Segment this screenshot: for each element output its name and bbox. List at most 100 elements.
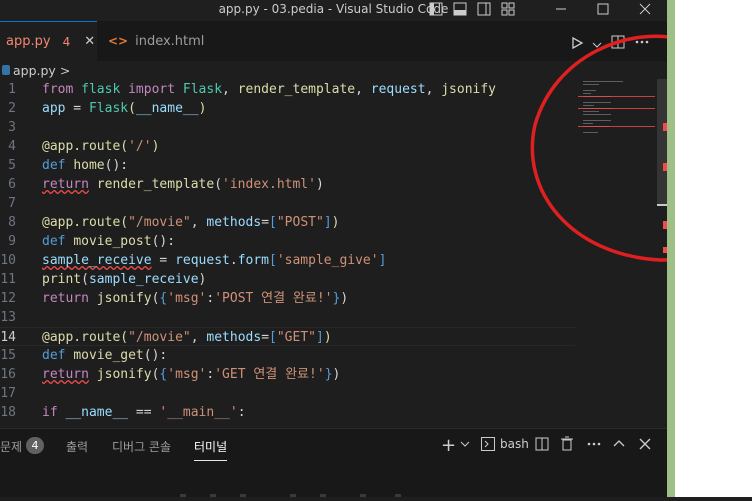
code-token: return [42,177,89,192]
code-token: jsonify [441,82,497,97]
code-line[interactable]: 1 from flask import Flask, render_templat… [0,80,575,99]
new-terminal-icon[interactable]: + [441,435,456,456]
trash-icon[interactable] [560,436,574,455]
maximize-panel-icon[interactable] [613,438,625,453]
tab-debug-console[interactable]: 디버그 콘솔 [112,438,171,455]
toggle-panel-icon[interactable] [452,1,468,17]
code-line[interactable]: 18 if __name__ == '__main__': [0,403,575,422]
breadcrumb-file[interactable]: app.py [13,63,56,78]
toggle-secondary-sidebar-icon[interactable] [476,1,492,17]
tab-label: app.py [6,34,51,49]
code-line[interactable]: 4 @app.route('/') [0,137,575,156]
code-token: "/movie" [128,330,191,345]
code-line[interactable]: 15 def movie_get(): [0,346,575,365]
code-text: if __name__ == '__main__': [42,403,246,422]
line-number: 1 [8,82,16,97]
problems-count-badge: 4 [26,437,44,454]
close-tab-icon[interactable]: ✕ [84,34,95,49]
code-token: (): [151,234,176,249]
desktop-background [667,0,752,497]
code-line[interactable]: 13 [0,308,575,327]
breadcrumb: app.py > [0,61,70,79]
code-text: return jsonify({'msg':'POST 연결 완료!'}) [42,289,348,308]
code-token: [ [269,330,277,345]
window-edge [667,0,675,497]
tab-index-html[interactable]: <> index.html [108,21,204,61]
code-token: sample_receive [42,253,152,268]
code-line[interactable]: 9 def movie_post(): [0,232,575,251]
line-number: 8 [8,215,16,230]
code-line[interactable]: 17 [0,384,575,403]
code-token: "GET" [276,330,316,345]
terminal-shell-label[interactable]: bash [500,437,529,451]
code-token: ] [315,330,324,345]
split-terminal-icon[interactable] [535,437,549,454]
toggle-primary-sidebar-icon[interactable] [428,1,444,17]
tab-app-py[interactable]: app.py 4 ✕ [0,21,97,61]
line-number: 6 [8,177,16,192]
line-number: 5 [8,158,16,173]
code-token: ] [323,215,332,230]
code-token: ) [198,272,207,287]
code-token: ) [198,101,207,116]
more-actions-icon[interactable] [586,438,602,453]
code-line[interactable]: 3 [0,118,575,137]
line-number: 14 [0,330,16,345]
terminal-area[interactable] [0,461,667,497]
code-token: ( [120,215,129,230]
close-panel-icon[interactable] [639,438,651,453]
code-line[interactable]: 14 @app.route("/movie", methods=["GET"]) [0,327,575,346]
code-token: = [261,330,270,345]
code-token: ) [151,139,160,154]
code-token: 'POST 연결 완료!' [214,291,333,306]
code-token: @app.route [42,215,121,230]
code-token: def [42,158,74,173]
line-number: 9 [8,234,16,249]
tab-output[interactable]: 출력 [66,438,88,455]
tab-problems[interactable]: 문제 [0,438,22,455]
code-line[interactable]: 8 @app.route("/movie", methods=["POST"]) [0,213,575,232]
code-line[interactable]: 12 return jsonify({'msg':'POST 연결 완료!'}) [0,289,575,308]
code-line[interactable]: 10 sample_receive = request.form['sample_… [0,251,575,270]
line-number: 4 [8,139,16,154]
terminal-icon [481,437,495,454]
line-number: 18 [0,405,16,420]
code-text: app = Flask(__name__) [42,99,206,118]
code-line[interactable]: 6 return render_template('index.html') [0,175,575,194]
code-token: = [151,253,176,268]
code-line[interactable]: 7 [0,194,575,213]
code-token: render_template [96,177,215,192]
minimize-button[interactable] [540,0,582,18]
line-number: 12 [0,291,16,306]
code-token: __name__ [135,101,199,116]
code-text: @app.route('/') [42,137,159,156]
code-token: Flask [88,101,129,116]
maximize-button[interactable] [582,0,624,18]
code-token: import [128,82,183,97]
code-line[interactable]: 2 app = Flask(__name__) [0,99,575,118]
tab-terminal[interactable]: 터미널 [194,438,228,461]
code-text: def home(): [42,156,128,175]
close-window-button[interactable] [624,0,666,18]
code-token: ] [378,253,387,268]
chevron-down-icon[interactable] [460,438,470,452]
code-token: (): [104,158,129,173]
code-token: movie_post [73,234,152,249]
breadcrumb-separator: > [59,62,71,78]
code-text: def movie_post(): [42,232,175,251]
line-number: 10 [0,253,16,268]
customize-layout-icon[interactable] [500,1,516,17]
code-line[interactable]: 16 return jsonify({'msg':'GET 연결 완료!'}) [0,365,575,384]
code-token: from [42,82,82,97]
code-line[interactable]: 5 def home(): [0,156,575,175]
tab-label: index.html [135,33,205,49]
code-token: if [42,405,66,420]
code-line[interactable]: 11 print(sample_receive) [0,270,575,289]
code-token: jsonify [96,367,152,382]
code-token: 'index.html' [222,177,316,192]
code-token: = [65,101,89,116]
code-token: , [355,82,371,97]
code-token: ( [128,101,136,116]
